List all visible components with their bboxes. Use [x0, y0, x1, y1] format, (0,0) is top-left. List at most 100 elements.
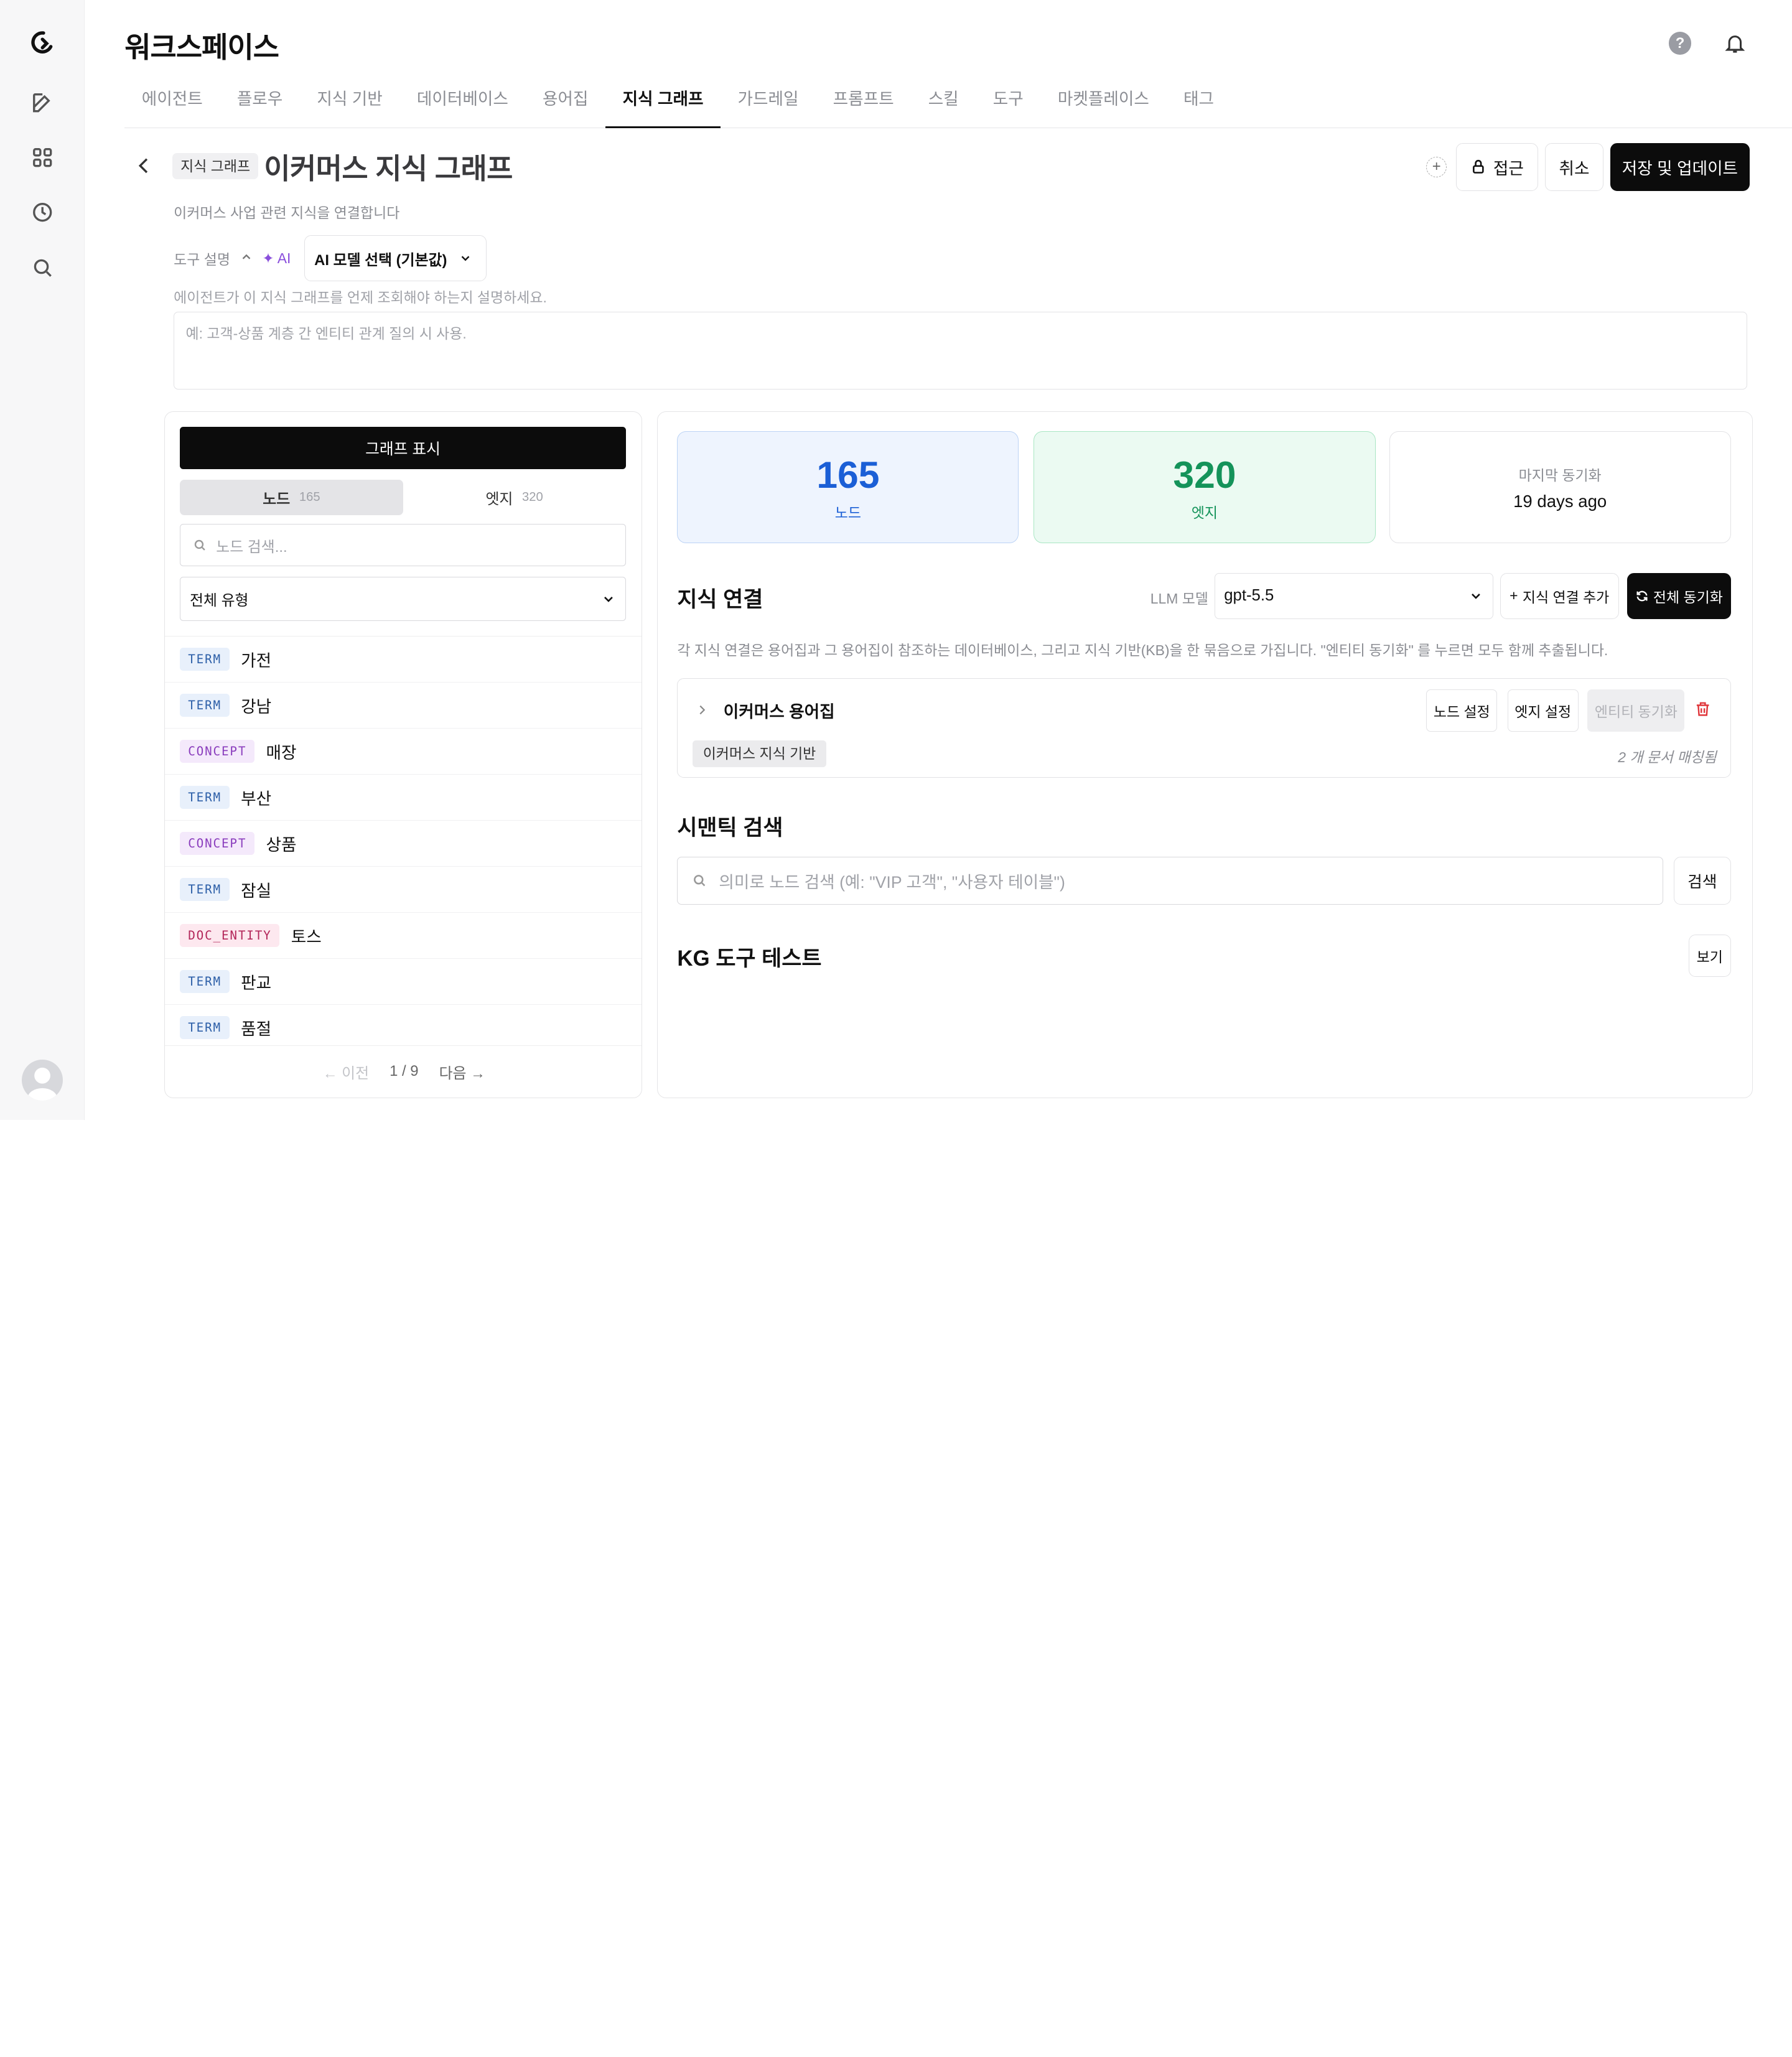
- last-sync-label: 마지막 동기화: [1518, 467, 1602, 483]
- tab-4[interactable]: 용어집: [525, 75, 605, 128]
- node-list-panel: 그래프 표시 노드 165 엣지 320 노드 검색... 전체 유형 TERM…: [164, 411, 643, 1099]
- tab-3[interactable]: 데이터베이스: [399, 75, 525, 128]
- tab-6[interactable]: 가드레일: [721, 75, 816, 128]
- ai-generate-button[interactable]: ✦ AI: [262, 250, 291, 267]
- search-icon: [694, 875, 706, 887]
- semantic-search-placeholder: 의미로 노드 검색 (예: "VIP 고객", "사용자 테이블"): [719, 872, 1065, 892]
- llm-model-select[interactable]: gpt-5.5: [1214, 573, 1493, 619]
- semantic-search-button[interactable]: 검색: [1673, 856, 1731, 905]
- ai-label: AI: [277, 250, 291, 266]
- node-label: 가전: [241, 651, 272, 671]
- page-indicator: 1 / 9: [390, 1063, 419, 1080]
- tab-0[interactable]: 에이전트: [124, 75, 220, 128]
- edit-icon[interactable]: [29, 89, 56, 116]
- chevron-down-icon: [1472, 593, 1480, 599]
- tab-1[interactable]: 플로우: [220, 75, 300, 128]
- node-settings-button[interactable]: 노드 설정: [1426, 689, 1498, 732]
- save-update-button[interactable]: 저장 및 업데이트: [1610, 142, 1750, 191]
- entity-sync-button[interactable]: 엔티티 동기화: [1587, 689, 1685, 732]
- tab-2[interactable]: 지식 기반: [300, 75, 399, 128]
- app-logo-icon[interactable]: [29, 29, 56, 56]
- connection-name: 이커머스 용어집: [723, 702, 835, 722]
- add-knowledge-connection-button[interactable]: + 지식 연결 추가: [1500, 573, 1619, 619]
- workspace-title: 워크스페이스: [124, 31, 279, 64]
- page-title: 이커머스 지식 그래프: [264, 152, 513, 185]
- node-type-badge: TERM: [180, 1016, 230, 1040]
- edge-settings-button[interactable]: 엣지 설정: [1507, 689, 1579, 732]
- node-type-badge: TERM: [180, 878, 230, 902]
- sync-all-button[interactable]: 전체 동기화: [1626, 573, 1731, 619]
- node-type-badge: DOC_ENTITY: [180, 924, 280, 948]
- access-button[interactable]: 접근: [1455, 142, 1539, 191]
- chevron-right-icon[interactable]: [695, 703, 709, 717]
- next-page-button[interactable]: 다음 →: [439, 1061, 485, 1083]
- kg-tool-test-view-button[interactable]: 보기: [1688, 934, 1731, 977]
- user-avatar[interactable]: [21, 1059, 63, 1101]
- back-arrow-icon[interactable]: [133, 154, 156, 177]
- show-graph-button[interactable]: 그래프 표시: [180, 427, 626, 470]
- main-tabs: 에이전트 플로우 지식 기반 데이터베이스 용어집 지식 그래프 가드레일 프롬프트 스킬 도구 마…: [124, 75, 1792, 128]
- node-list-item[interactable]: CONCEPT 매장: [165, 729, 642, 775]
- lock-icon: [1473, 160, 1484, 174]
- pagination: ← 이전 1 / 9 다음 →: [165, 1045, 642, 1098]
- tab-11[interactable]: 태그: [1166, 75, 1231, 128]
- node-type-badge: CONCEPT: [180, 832, 255, 856]
- tab-7[interactable]: 프롬프트: [816, 75, 911, 128]
- node-list-item[interactable]: TERM 품절: [165, 1005, 642, 1045]
- node-list-item[interactable]: TERM 가전: [165, 637, 642, 683]
- edges-tab-count: 320: [522, 490, 543, 504]
- node-list-item[interactable]: TERM 부산: [165, 775, 642, 821]
- node-list-item[interactable]: CONCEPT 상품: [165, 821, 642, 867]
- chevron-up-icon[interactable]: [240, 248, 253, 269]
- tab-10[interactable]: 마켓플레이스: [1040, 75, 1166, 128]
- node-list-item[interactable]: DOC_ENTITY 토스: [165, 913, 642, 959]
- node-type-badge: CONCEPT: [180, 740, 255, 763]
- node-type-filter[interactable]: 전체 유형: [180, 576, 626, 622]
- ai-model-select[interactable]: AI 모델 선택 (기본값): [304, 235, 487, 281]
- node-label: 토스: [291, 928, 322, 947]
- node-list-item[interactable]: TERM 잠실: [165, 867, 642, 913]
- tab-5[interactable]: 지식 그래프: [605, 75, 721, 128]
- nodes-tab-label: 노드: [263, 490, 291, 508]
- access-label: 접근: [1493, 159, 1524, 178]
- edges-tab[interactable]: 엣지 320: [403, 480, 626, 515]
- node-type-badge: TERM: [180, 786, 230, 809]
- knowledge-connections-title: 지식 연결: [677, 587, 763, 612]
- ai-model-select-value: AI 모델 선택 (기본값): [314, 251, 447, 269]
- node-search-input[interactable]: 노드 검색...: [180, 524, 626, 567]
- prev-page-button[interactable]: ← 이전: [323, 1061, 369, 1083]
- apps-icon[interactable]: [29, 144, 56, 171]
- history-icon[interactable]: [29, 199, 56, 226]
- cancel-button[interactable]: 취소: [1545, 142, 1603, 191]
- knowledge-connection-card: 이커머스 용어집 노드 설정 엣지 설정 엔티티 동기화 이커머스 지식 기반 …: [677, 678, 1731, 778]
- trash-icon[interactable]: [1694, 699, 1712, 724]
- node-label: 품절: [241, 1020, 272, 1039]
- node-list-item[interactable]: TERM 강남: [165, 683, 642, 729]
- add-tag-icon[interactable]: +: [1426, 156, 1447, 177]
- node-label: 부산: [241, 790, 272, 809]
- sparkle-icon: ✦: [262, 250, 274, 266]
- search-icon[interactable]: [29, 254, 56, 281]
- chevron-down-icon: [461, 256, 470, 261]
- node-count-card: 165 노드: [677, 431, 1019, 544]
- breadcrumb[interactable]: 지식 그래프: [172, 153, 258, 180]
- node-list-item[interactable]: TERM 판교: [165, 959, 642, 1005]
- semantic-search-input[interactable]: 의미로 노드 검색 (예: "VIP 고객", "사용자 테이블"): [677, 856, 1664, 905]
- tab-8[interactable]: 스킬: [911, 75, 976, 128]
- node-list: TERM 가전 TERM 강남 CONCEPT 매장 TERM 부산 CONCEPT 상품 TERM…: [165, 636, 642, 1045]
- knowledge-base-tag[interactable]: 이커머스 지식 기반: [693, 740, 826, 767]
- bell-icon[interactable]: [1724, 32, 1747, 60]
- plus-icon: +: [1510, 587, 1518, 604]
- last-sync-card: 마지막 동기화 19 days ago: [1389, 431, 1731, 544]
- kg-tool-test-title: KG 도구 테스트: [677, 946, 822, 971]
- help-icon[interactable]: ?: [1668, 32, 1692, 55]
- nodes-tab[interactable]: 노드 165: [180, 479, 403, 515]
- node-label: 매장: [266, 744, 297, 763]
- tool-description-textarea[interactable]: 예: 고객-상품 계층 간 엔티티 관계 질의 시 사용.: [174, 312, 1748, 390]
- edge-count-card: 320 엣지: [1034, 431, 1376, 544]
- tab-9[interactable]: 도구: [976, 75, 1040, 128]
- search-icon: [194, 539, 205, 551]
- last-sync-value: 19 days ago: [1513, 491, 1607, 511]
- edges-tab-label: 엣지: [485, 490, 513, 508]
- node-type-filter-value: 전체 유형: [190, 592, 249, 609]
